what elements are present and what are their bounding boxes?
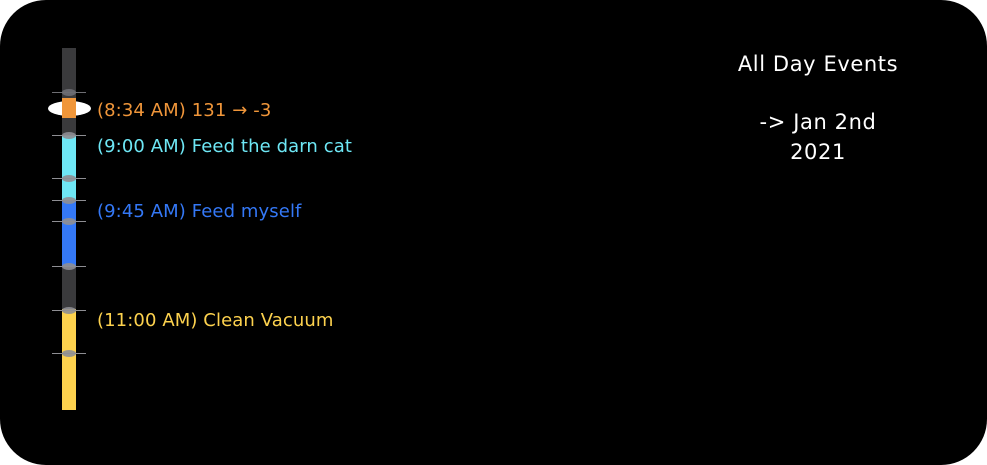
hour-tick [52,197,86,204]
hour-tick [52,175,86,182]
event-label[interactable]: (9:00 AM) Feed the darn cat [97,136,352,158]
event-bar-cyan [62,135,76,200]
hour-tick [52,350,86,357]
calendar-widget[interactable]: (8:34 AM) 131 → -3 (9:00 AM) Feed the da… [0,0,987,465]
hour-tick [52,89,86,96]
all-day-events-panel: All Day Events -> Jan 2nd 2021 [688,50,948,166]
hour-tick [52,132,86,139]
hour-tick [52,218,86,225]
all-day-events-title: All Day Events [737,52,899,76]
all-day-event-date: -> Jan 2nd [759,110,877,134]
all-day-event-year: 2021 [790,140,846,164]
hour-tick [52,263,86,270]
event-bar-yellow [62,309,76,410]
event-bar-blue [62,200,76,267]
event-label[interactable]: (9:45 AM) Feed myself [97,201,302,223]
hour-tick [52,307,86,314]
event-label[interactable]: (8:34 AM) 131 → -3 [97,100,271,122]
event-label[interactable]: (11:00 AM) Clean Vacuum [97,310,334,332]
current-time-marker-fill [62,100,76,117]
